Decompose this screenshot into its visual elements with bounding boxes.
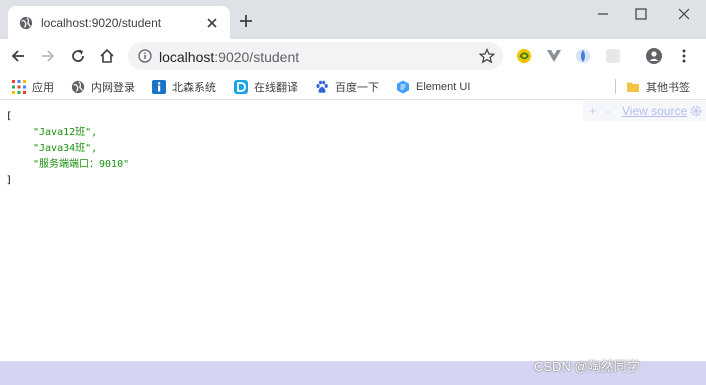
bookmark-label: 百度一下 (335, 82, 379, 94)
reload-icon[interactable] (69, 47, 87, 65)
bookmark-intranet-login[interactable]: 内网登录 (71, 78, 135, 96)
browser-tab[interactable]: localhost:9020/student (8, 6, 230, 39)
folder-icon (627, 82, 639, 92)
bookmark-label: 内网登录 (91, 82, 135, 94)
d-square-icon (234, 80, 248, 94)
gear-icon[interactable] (690, 105, 702, 117)
maximize-icon[interactable] (633, 6, 649, 22)
minimize-icon[interactable] (595, 6, 611, 22)
tab-strip: localhost:9020/student (0, 0, 706, 39)
bookmark-element-ui[interactable]: Element UI (396, 78, 470, 96)
json-view: [ "Java12班", "Java34班", "服务端端口：9010" ] (6, 109, 129, 189)
bookmark-label: 在线翻译 (254, 82, 298, 94)
vue-devtools-icon[interactable] (546, 48, 562, 64)
bookmark-label: 应用 (32, 82, 54, 94)
bookmarks-bar: 应用 内网登录 北森系统 在线翻译 百度一下 Element UI 其他书签 (0, 73, 706, 100)
extension-blue-icon[interactable] (575, 48, 591, 64)
url-path: :9020/student (214, 49, 300, 65)
bookmark-star-icon[interactable] (479, 48, 495, 64)
back-arrow-icon[interactable] (9, 47, 27, 65)
apps-grid-icon (12, 80, 26, 94)
address-bar[interactable]: localhost:9020/student (128, 42, 503, 70)
address-url: localhost:9020/student (159, 49, 299, 65)
globe-icon (71, 80, 85, 94)
bookmark-label: Element UI (416, 81, 471, 93)
tab-title: localhost:9020/student (41, 16, 162, 30)
info-square-icon (152, 80, 166, 94)
profile-avatar-icon[interactable] (646, 48, 662, 64)
new-tab-icon[interactable] (238, 13, 254, 29)
json-open-bracket: [ (6, 111, 13, 122)
globe-icon (19, 16, 33, 30)
watermark: CSDN @陶然同学 (534, 359, 640, 374)
info-icon[interactable] (138, 49, 152, 63)
menu-kebab-icon[interactable] (676, 48, 692, 64)
page-content: [ "Java12班", "Java34班", "服务端端口：9010" ] +… (0, 101, 706, 361)
home-icon[interactable] (98, 47, 116, 65)
extension-yellow-icon[interactable] (516, 48, 532, 64)
browser-toolbar: localhost:9020/student (0, 39, 706, 73)
bookmarks-divider (615, 79, 616, 94)
json-string-item: "Java34班", (33, 143, 98, 154)
expand-all-button[interactable]: + (589, 104, 596, 118)
json-string-item: "Java12班", (33, 127, 98, 138)
forward-arrow-icon[interactable] (39, 47, 57, 65)
json-viewer-toolbar: + - View source (583, 101, 706, 121)
view-source-link[interactable]: View source (622, 104, 687, 118)
bookmark-baidu[interactable]: 百度一下 (315, 78, 379, 96)
bookmark-beisen[interactable]: 北森系统 (152, 78, 216, 96)
element-hex-icon (397, 80, 409, 94)
bookmark-apps[interactable]: 应用 (12, 78, 54, 96)
bookmark-online-translate[interactable]: 在线翻译 (234, 78, 298, 96)
extension-grey-icon[interactable] (605, 48, 621, 64)
bookmark-label: 北森系统 (172, 82, 216, 94)
close-tab-icon[interactable] (204, 15, 220, 31)
json-close-bracket: ] (6, 175, 13, 186)
close-window-icon[interactable] (676, 6, 692, 22)
collapse-all-button[interactable]: - (606, 104, 610, 118)
bookmark-other-bookmarks[interactable]: 其他书签 (626, 78, 690, 96)
baidu-paw-icon (316, 80, 328, 93)
bookmark-label: 其他书签 (646, 82, 690, 94)
url-host: localhost (159, 49, 215, 65)
json-string-item: "服务端端口：9010" (33, 159, 130, 170)
